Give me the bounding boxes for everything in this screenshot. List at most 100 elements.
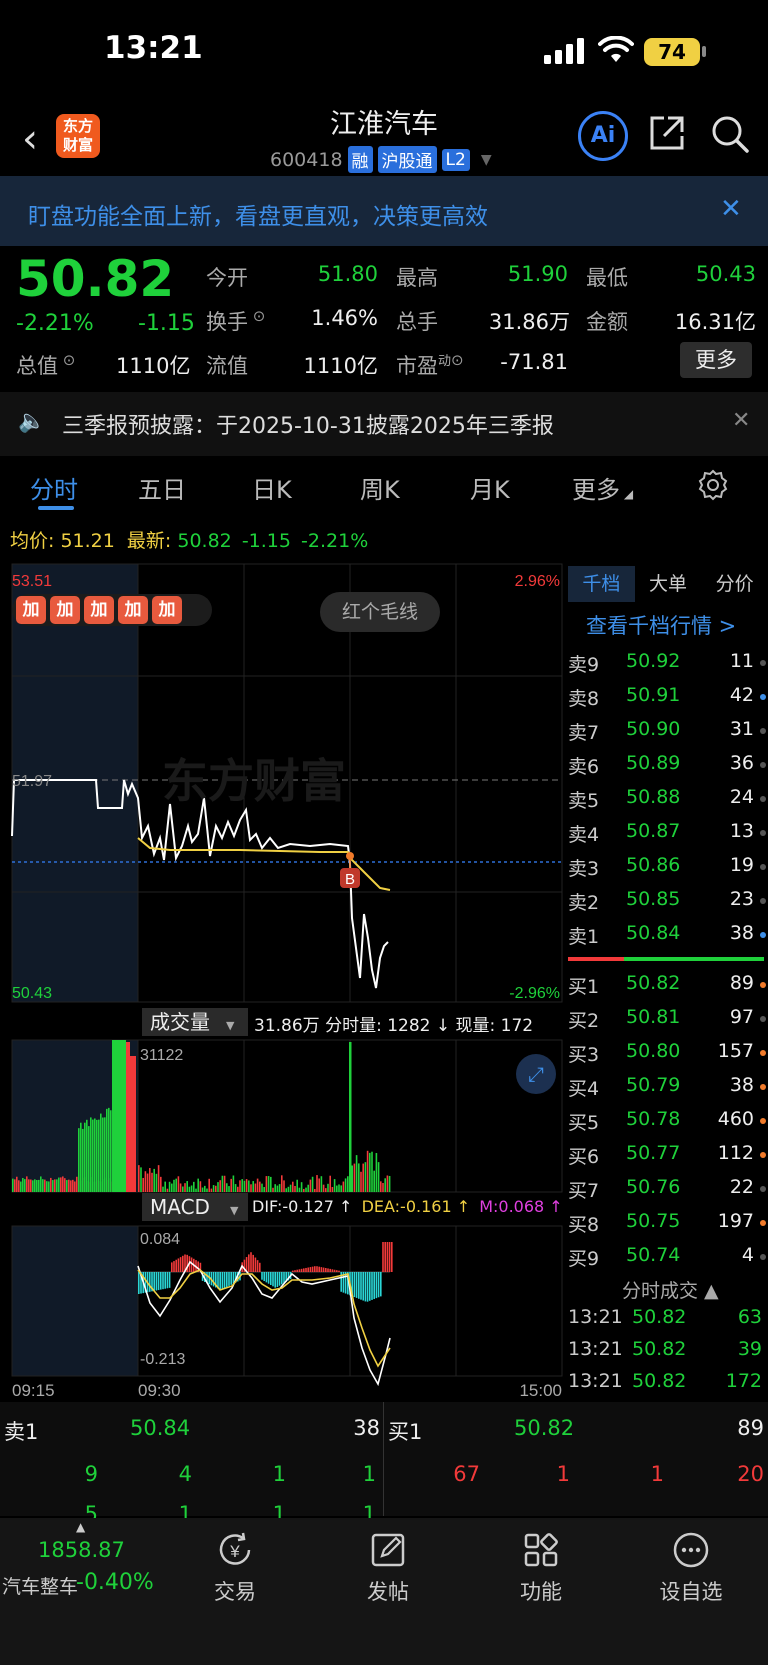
- macd-bar: [380, 1272, 382, 1297]
- ask-level-row[interactable]: 卖1 50.84 38: [568, 918, 768, 952]
- volume-bar: [316, 1175, 318, 1192]
- volume-bar: [371, 1151, 373, 1192]
- add-position-badges[interactable]: 加 加 加 加 加: [12, 594, 212, 626]
- sentiment-button[interactable]: 红个毛线: [320, 592, 440, 632]
- intraday-chart[interactable]: B 53.51 51.97 50.43 2.96% -2.96% 31122 0…: [0, 558, 566, 1398]
- volume-bar: [130, 1056, 136, 1192]
- nav-functions[interactable]: 功能: [476, 1530, 606, 1606]
- expand-icon[interactable]: ⤢: [516, 1054, 556, 1094]
- ask-level-dot: [760, 830, 766, 836]
- macd-bar: [327, 1268, 329, 1272]
- add-badge[interactable]: 加: [152, 596, 182, 624]
- close-icon[interactable]: ✕: [732, 408, 750, 433]
- volume-bar: [164, 1181, 166, 1192]
- sector-index-name[interactable]: 汽车整车: [2, 1572, 78, 1599]
- grid-icon: [524, 1533, 558, 1567]
- macd-bar: [228, 1272, 230, 1286]
- bid-level-price: 50.82: [626, 972, 681, 994]
- sector-index-change[interactable]: -0.40%: [76, 1570, 154, 1595]
- ask-level-row[interactable]: 卖3 50.86 19: [568, 850, 768, 884]
- sector-index-value[interactable]: 1858.87: [38, 1538, 125, 1562]
- ask-level-row[interactable]: 卖9 50.92 11: [568, 646, 768, 680]
- macd-bar: [384, 1242, 386, 1272]
- ask-level-row[interactable]: 卖2 50.85 23: [568, 884, 768, 918]
- add-badge[interactable]: 加: [118, 596, 148, 624]
- macd-bar: [283, 1272, 285, 1284]
- bid-level-row[interactable]: 买2 50.81 97: [568, 1002, 768, 1036]
- macd-bar: [300, 1268, 303, 1272]
- more-dots-icon: [673, 1532, 709, 1568]
- macd-bar: [355, 1272, 358, 1298]
- tab-daily-k[interactable]: 日K: [252, 470, 292, 505]
- bid-level-row[interactable]: 买5 50.78 460: [568, 1104, 768, 1138]
- pe-label[interactable]: 市盈动⊙: [396, 350, 464, 380]
- turnover-label[interactable]: 换手 ⊙: [206, 306, 265, 336]
- add-badge[interactable]: 加: [84, 596, 114, 624]
- volume-bar: [305, 1187, 307, 1192]
- tab-price-dist[interactable]: 分价: [701, 566, 768, 602]
- stock-code-row[interactable]: 600418 融 沪股通 L2 ▼: [270, 146, 492, 173]
- thousand-level-link[interactable]: 查看千档行情 >: [586, 610, 736, 640]
- share-icon[interactable]: [648, 114, 686, 152]
- volume-indicator-select[interactable]: 成交量 ▼: [142, 1008, 248, 1036]
- ask-level-dot: [760, 762, 766, 768]
- tab-big-orders[interactable]: 大单: [635, 566, 702, 602]
- volume-bar: [160, 1176, 162, 1192]
- ask-level-price: 50.86: [626, 854, 681, 876]
- bid-ratio-bar: [568, 957, 624, 961]
- bottom-ask-price: 50.84: [130, 1416, 191, 1440]
- market-cap-value: 1110亿: [116, 354, 191, 378]
- volume-bar: [294, 1185, 296, 1192]
- ask-level-label: 卖8: [568, 688, 600, 710]
- tab-thousand-level[interactable]: 千档: [568, 566, 635, 602]
- gear-icon[interactable]: [696, 468, 730, 502]
- bid-level-row[interactable]: 买3 50.80 157: [568, 1036, 768, 1070]
- bid-level-row[interactable]: 买7 50.76 22: [568, 1172, 768, 1206]
- nav-add-watchlist[interactable]: 设自选: [626, 1530, 756, 1606]
- tab-more[interactable]: 更多 ◢: [572, 470, 633, 505]
- ask-level-row[interactable]: 卖7 50.90 31: [568, 714, 768, 748]
- volume-bar: [388, 1175, 391, 1192]
- macd-bar: [274, 1272, 276, 1288]
- bid-level-row[interactable]: 买8 50.75 197: [568, 1206, 768, 1240]
- tab-weekly-k[interactable]: 周K: [360, 470, 400, 505]
- macd-indicator-select[interactable]: MACD ▼: [142, 1193, 248, 1221]
- volume-bar: [18, 1180, 20, 1192]
- add-badge[interactable]: 加: [50, 596, 80, 624]
- bid-level-row[interactable]: 买9 50.74 4: [568, 1240, 768, 1274]
- macd-bar: [250, 1252, 252, 1272]
- volume-bar: [112, 1040, 126, 1192]
- nav-trade[interactable]: ¥ 交易: [170, 1530, 300, 1606]
- ask-level-row[interactable]: 卖5 50.88 24: [568, 782, 768, 816]
- ask-level-vol: 23: [729, 888, 754, 910]
- ask-level-row[interactable]: 卖6 50.89 36: [568, 748, 768, 782]
- bid-level-row[interactable]: 买6 50.77 112: [568, 1138, 768, 1172]
- macd-bar: [336, 1270, 338, 1272]
- tab-five-day[interactable]: 五日: [138, 470, 186, 505]
- bid-level-row[interactable]: 买1 50.82 89: [568, 968, 768, 1002]
- tab-monthly-k[interactable]: 月K: [470, 470, 510, 505]
- notice-text: 三季报预披露：于2025-10-31披露2025年三季报: [62, 414, 554, 439]
- ai-assistant-icon[interactable]: Ai: [578, 111, 628, 161]
- volume-bar: [329, 1175, 331, 1192]
- more-button[interactable]: 更多: [680, 342, 752, 378]
- ask-level-row[interactable]: 卖8 50.91 42: [568, 680, 768, 714]
- bid-level-row[interactable]: 买4 50.79 38: [568, 1070, 768, 1104]
- macd-bar: [278, 1272, 281, 1286]
- ticks-title[interactable]: 分时成交 ▲: [622, 1276, 719, 1303]
- volume-bar: [355, 1155, 358, 1192]
- nav-post[interactable]: 发帖: [323, 1530, 453, 1606]
- search-icon[interactable]: [710, 114, 750, 154]
- tab-intraday[interactable]: 分时: [30, 470, 78, 505]
- macd-bar: [371, 1272, 373, 1300]
- ask-level-row[interactable]: 卖4 50.87 13: [568, 816, 768, 850]
- close-icon[interactable]: ✕: [720, 194, 742, 224]
- volume-bar: [42, 1179, 44, 1192]
- volume-bar: [40, 1176, 42, 1192]
- float-cap-label: 流值: [206, 354, 248, 378]
- market-cap-label[interactable]: 总值 ⊙: [16, 350, 75, 380]
- tick-price: 50.82: [632, 1338, 687, 1360]
- bid-level-price: 50.75: [626, 1210, 681, 1232]
- volume-bar: [64, 1178, 66, 1192]
- add-badge[interactable]: 加: [16, 596, 46, 624]
